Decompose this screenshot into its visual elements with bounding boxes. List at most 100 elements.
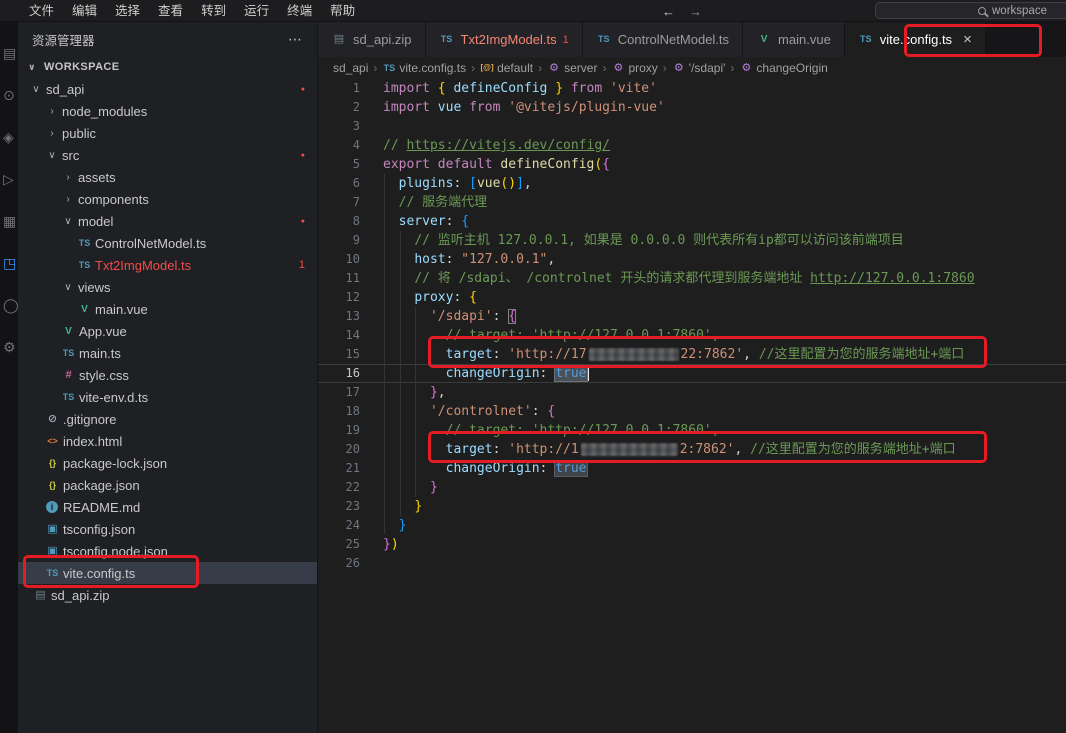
code-line-20[interactable]: 20 target: 'http://12:7862', //这里配置为您的服务… bbox=[318, 440, 1066, 459]
tree-item-app-vue[interactable]: VApp.vue bbox=[18, 320, 317, 342]
tab-txt2imgmodel-ts[interactable]: TSTxt2ImgModel.ts1 bbox=[426, 22, 583, 57]
tree-item-views[interactable]: ∨views bbox=[18, 276, 317, 298]
tree-item-tsconfig-node-json[interactable]: ▣tsconfig.node.json bbox=[18, 540, 317, 562]
code-line-25[interactable]: 25}) bbox=[318, 535, 1066, 554]
menu-item-[interactable]: 转到 bbox=[192, 0, 235, 22]
code-line-4[interactable]: 4// https://vitejs.dev/config/ bbox=[318, 136, 1066, 155]
tree-item-assets[interactable]: ›assets bbox=[18, 166, 317, 188]
line-number[interactable]: 18 bbox=[318, 402, 360, 421]
code-line-2[interactable]: 2import vue from '@vitejs/plugin-vue' bbox=[318, 98, 1066, 117]
breadcrumb-proxy[interactable]: ⚙proxy bbox=[611, 61, 657, 75]
line-number[interactable]: 11 bbox=[318, 269, 360, 288]
back-arrow-icon[interactable]: ← bbox=[662, 4, 675, 19]
code-line-14[interactable]: 14 // target: 'http://127.0.0.1:7860', bbox=[318, 326, 1066, 345]
code-line-7[interactable]: 7 // 服务端代理 bbox=[318, 193, 1066, 212]
line-number[interactable]: 5 bbox=[318, 155, 360, 174]
breadcrumb-default[interactable]: [@]default bbox=[480, 61, 533, 75]
tree-item-components[interactable]: ›components bbox=[18, 188, 317, 210]
code-line-11[interactable]: 11 // 将 /sdapi、 /controlnet 开头的请求都代理到服务端… bbox=[318, 269, 1066, 288]
line-number[interactable]: 4 bbox=[318, 136, 360, 155]
tree-item-package-lock-json[interactable]: {}package-lock.json bbox=[18, 452, 317, 474]
tree-item-main-vue[interactable]: Vmain.vue bbox=[18, 298, 317, 320]
code-line-22[interactable]: 22 } bbox=[318, 478, 1066, 497]
tree-item-controlnetmodel-ts[interactable]: TSControlNetModel.ts bbox=[18, 232, 317, 254]
line-number[interactable]: 2 bbox=[318, 98, 360, 117]
line-number[interactable]: 9 bbox=[318, 231, 360, 250]
menu-item-[interactable]: 编辑 bbox=[63, 0, 106, 22]
menu-item-[interactable]: 选择 bbox=[106, 0, 149, 22]
code-line-15[interactable]: 15 target: 'http://1722:7862', //这里配置为您的… bbox=[318, 345, 1066, 364]
line-number[interactable]: 16 bbox=[318, 364, 360, 383]
tree-item-model[interactable]: ∨model● bbox=[18, 210, 317, 232]
breadcrumb-server[interactable]: ⚙server bbox=[547, 61, 597, 75]
line-number[interactable]: 1 bbox=[318, 79, 360, 98]
line-number[interactable]: 24 bbox=[318, 516, 360, 535]
source-control-icon[interactable]: ◈ bbox=[3, 130, 14, 145]
tree-item-index-html[interactable]: <>index.html bbox=[18, 430, 317, 452]
line-number[interactable]: 23 bbox=[318, 497, 360, 516]
run-debug-icon[interactable]: ▷ bbox=[3, 172, 14, 187]
code-editor[interactable]: 1import { defineConfig } from 'vite'2imp… bbox=[318, 79, 1066, 733]
line-number[interactable]: 10 bbox=[318, 250, 360, 269]
line-number[interactable]: 21 bbox=[318, 459, 360, 478]
line-number[interactable]: 12 bbox=[318, 288, 360, 307]
close-icon[interactable]: × bbox=[963, 32, 972, 47]
tree-item-tsconfig-json[interactable]: ▣tsconfig.json bbox=[18, 518, 317, 540]
workspace-section-header[interactable]: ∨ WORKSPACE bbox=[18, 56, 317, 78]
tree-item-sd-api[interactable]: ∨sd_api● bbox=[18, 78, 317, 100]
menu-item-[interactable]: 查看 bbox=[149, 0, 192, 22]
code-line-6[interactable]: 6 plugins: [vue()], bbox=[318, 174, 1066, 193]
line-number[interactable]: 6 bbox=[318, 174, 360, 193]
tree-item-style-css[interactable]: #style.css bbox=[18, 364, 317, 386]
tree-item-txt2imgmodel-ts[interactable]: TSTxt2ImgModel.ts1 bbox=[18, 254, 317, 276]
code-line-19[interactable]: 19 // target: 'http://127.0.0.1:7860', bbox=[318, 421, 1066, 440]
code-line-24[interactable]: 24 } bbox=[318, 516, 1066, 535]
line-number[interactable]: 25 bbox=[318, 535, 360, 554]
tree-item-src[interactable]: ∨src● bbox=[18, 144, 317, 166]
tree-item-readme-md[interactable]: iREADME.md bbox=[18, 496, 317, 518]
breadcrumb-sd-api[interactable]: sd_api bbox=[333, 61, 368, 75]
account-icon[interactable]: ◯ bbox=[3, 298, 18, 313]
tree-item-gitignore[interactable]: ⊘.gitignore bbox=[18, 408, 317, 430]
code-line-5[interactable]: 5export default defineConfig({ bbox=[318, 155, 1066, 174]
tab-sd-api-zip[interactable]: ▤sd_api.zip bbox=[318, 22, 426, 57]
line-number[interactable]: 13 bbox=[318, 307, 360, 326]
line-number[interactable]: 19 bbox=[318, 421, 360, 440]
code-line-10[interactable]: 10 host: "127.0.0.1", bbox=[318, 250, 1066, 269]
line-number[interactable]: 7 bbox=[318, 193, 360, 212]
tree-item-node-modules[interactable]: ›node_modules bbox=[18, 100, 317, 122]
line-number[interactable]: 17 bbox=[318, 383, 360, 402]
forward-arrow-icon[interactable]: → bbox=[689, 4, 702, 19]
tree-item-sd-api-zip[interactable]: ▤sd_api.zip bbox=[18, 584, 317, 606]
code-line-1[interactable]: 1import { defineConfig } from 'vite' bbox=[318, 79, 1066, 98]
line-number[interactable]: 15 bbox=[318, 345, 360, 364]
code-line-12[interactable]: 12 proxy: { bbox=[318, 288, 1066, 307]
tree-item-vite-env-d-ts[interactable]: TSvite-env.d.ts bbox=[18, 386, 317, 408]
remote-icon[interactable]: ◳ bbox=[3, 256, 16, 271]
code-line-17[interactable]: 17 }, bbox=[318, 383, 1066, 402]
breadcrumb-vite-config-ts[interactable]: TSvite.config.ts bbox=[382, 61, 466, 75]
breadcrumb-sdapi[interactable]: ⚙'/sdapi' bbox=[672, 61, 726, 75]
code-line-3[interactable]: 3 bbox=[318, 117, 1066, 136]
tree-item-main-ts[interactable]: TSmain.ts bbox=[18, 342, 317, 364]
code-line-9[interactable]: 9 // 监听主机 127.0.0.1, 如果是 0.0.0.0 则代表所有ip… bbox=[318, 231, 1066, 250]
code-line-13[interactable]: 13 '/sdapi': { bbox=[318, 307, 1066, 326]
menu-item-[interactable]: 终端 bbox=[278, 0, 321, 22]
line-number[interactable]: 20 bbox=[318, 440, 360, 459]
tree-item-public[interactable]: ›public bbox=[18, 122, 317, 144]
line-number[interactable]: 14 bbox=[318, 326, 360, 345]
search-icon[interactable]: ⊙ bbox=[3, 88, 15, 103]
breadcrumb-changeorigin[interactable]: ⚙changeOrigin bbox=[739, 61, 827, 75]
menu-item-[interactable]: 帮助 bbox=[321, 0, 364, 22]
line-number[interactable]: 26 bbox=[318, 554, 360, 573]
tab-vite-config-ts[interactable]: TSvite.config.ts× bbox=[845, 22, 986, 57]
code-line-16[interactable]: 16 changeOrigin: true bbox=[318, 364, 1066, 383]
tree-item-vite-config-ts[interactable]: TSvite.config.ts bbox=[18, 562, 317, 584]
settings-icon[interactable]: ⚙ bbox=[3, 340, 16, 355]
tree-item-package-json[interactable]: {}package.json bbox=[18, 474, 317, 496]
tab-main-vue[interactable]: Vmain.vue bbox=[743, 22, 845, 57]
line-number[interactable]: 8 bbox=[318, 212, 360, 231]
explorer-icon[interactable]: ▤ bbox=[3, 46, 16, 61]
tab-controlnetmodel-ts[interactable]: TSControlNetModel.ts bbox=[583, 22, 743, 57]
command-center-search[interactable]: workspace bbox=[875, 2, 1066, 19]
